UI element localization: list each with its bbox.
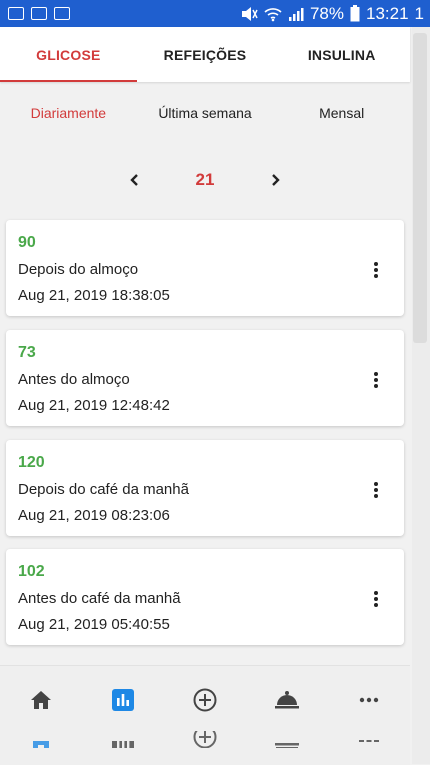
gallery-notification-icon [8,7,24,20]
period-label: Mensal [319,105,365,121]
card-menu-button[interactable] [368,370,384,390]
battery-icon [350,5,360,22]
more-horizontal-icon [359,697,379,703]
bottom-navigation [0,665,410,765]
current-day: 21 [195,170,215,189]
reading-card[interactable]: 120 Depois do café da manhã Aug 21, 2019… [6,440,404,536]
bottom-navigation-ghost [0,726,410,748]
period-label: Última semana [158,105,252,121]
nav-charts-button[interactable] [82,680,164,720]
meal-label: Antes do almoço [18,371,130,388]
more-vertical-icon [374,262,378,278]
day-navigation: 21 [0,165,410,195]
nav-more-button[interactable] [328,680,410,720]
period-monthly-button[interactable]: Mensal [273,99,410,127]
meal-label: Depois do almoço [18,261,139,278]
reading-timestamp: Aug 21, 2019 05:40:55 [18,616,170,633]
status-bar: 78% 13:21 1 [0,0,430,27]
previous-day-button[interactable] [120,173,150,187]
nav-meals-button[interactable] [246,680,328,720]
add-circle-icon [193,731,217,748]
mute-icon [241,6,258,21]
more-vertical-icon [374,482,378,498]
card-menu-button[interactable] [368,589,384,609]
period-daily-button[interactable]: Diariamente [0,99,137,127]
signal-icon [288,7,304,21]
home-icon [31,691,51,709]
home-icon [33,741,49,748]
card-menu-button[interactable] [368,260,384,280]
period-selector: Diariamente Última semana Mensal [0,99,410,127]
tab-label: GLICOSE [36,46,101,63]
page-scrollbar-thumb[interactable] [413,33,427,343]
glucose-value: 73 [18,344,36,361]
tab-glicose[interactable]: GLICOSE [0,27,137,82]
bar-chart-icon [112,689,134,711]
reading-card[interactable]: 73 Antes do almoço Aug 21, 2019 12:48:42 [6,330,404,426]
caption-notification-icon [31,7,47,20]
food-cloche-icon [275,691,299,709]
meal-label: Depois do café da manhã [18,481,189,498]
main-tabs: GLICOSE REFEIÇÕES INSULINA [0,27,410,82]
chevron-right-icon [272,174,280,186]
reading-timestamp: Aug 21, 2019 12:48:42 [18,397,170,414]
glucose-value: 120 [18,454,45,471]
tab-label: REFEIÇÕES [163,46,247,63]
reading-timestamp: Aug 21, 2019 18:38:05 [18,287,170,304]
chevron-left-icon [130,174,138,186]
tab-insulina[interactable]: INSULINA [273,27,410,82]
next-day-button[interactable] [260,173,290,187]
nav-add-button[interactable] [164,680,246,720]
meal-label: Antes do café da manhã [18,590,181,607]
tab-refeicoes[interactable]: REFEIÇÕES [137,27,274,82]
reading-timestamp: Aug 21, 2019 08:23:06 [18,507,170,524]
app-notification-icon [54,7,70,20]
bar-chart-icon [112,741,134,748]
more-vertical-icon [374,591,378,607]
card-menu-button[interactable] [368,480,384,500]
wifi-icon [264,7,282,21]
period-last-week-button[interactable]: Última semana [137,99,274,127]
reading-card[interactable]: 102 Antes do café da manhã Aug 21, 2019 … [6,549,404,645]
glucose-value: 90 [18,234,36,251]
clock: 13:21 [365,3,409,23]
more-vertical-icon [374,372,378,388]
glucose-value: 102 [18,563,45,580]
glucose-app: GLICOSE REFEIÇÕES INSULINA Diariamente Ú… [0,27,410,765]
reading-card[interactable]: 90 Depois do almoço Aug 21, 2019 18:38:0… [6,220,404,316]
period-label: Diariamente [30,105,107,121]
tab-label: INSULINA [307,46,376,63]
food-cloche-icon [275,743,299,748]
add-circle-icon [193,688,217,712]
status-edge-char: 1 [414,3,424,23]
nav-home-button[interactable] [0,680,82,720]
battery-percentage: 78% [309,3,344,23]
more-horizontal-icon [359,740,379,742]
